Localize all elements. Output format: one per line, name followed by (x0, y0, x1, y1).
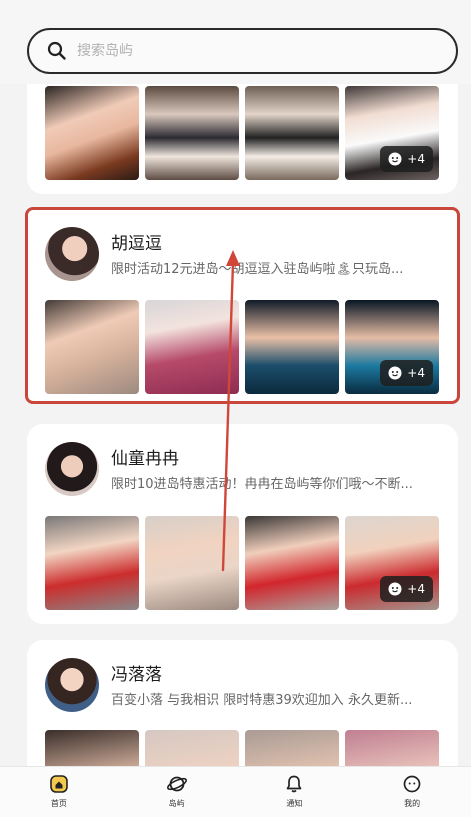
tab-label: 首页 (50, 799, 67, 808)
search-bar[interactable] (27, 28, 458, 74)
photo-thumbnail[interactable]: +4 (345, 516, 439, 610)
tab-label: 岛屿 (168, 799, 185, 808)
search-icon (47, 41, 66, 60)
more-photos-badge[interactable]: +4 (380, 360, 433, 386)
photo-thumbnail[interactable] (145, 300, 239, 394)
tab-home[interactable]: 首页 (0, 767, 118, 817)
card-header: 仙童冉冉 限时10进岛特惠活动！冉冉在岛屿等你们哦～不断... (45, 442, 445, 496)
tab-profile[interactable]: 我的 (353, 767, 471, 817)
bottom-tab-bar: 首页 岛屿 通知 我的 (0, 766, 471, 817)
more-count: +4 (407, 366, 425, 380)
chat-bubble-icon (388, 582, 402, 596)
island-description: 限时10进岛特惠活动！冉冉在岛屿等你们哦～不断... (111, 477, 413, 492)
search-header (0, 0, 471, 84)
bell-icon (283, 773, 305, 795)
more-photos-badge[interactable]: +4 (380, 576, 433, 602)
photo-thumbnail[interactable] (245, 300, 339, 394)
photo-row: +4 (45, 516, 439, 610)
card-header: 冯落落 百变小落 与我相识 限时特惠39欢迎加入 永久更新... (45, 658, 445, 712)
photo-thumbnail[interactable] (145, 516, 239, 610)
chat-bubble-icon (388, 366, 402, 380)
photo-thumbnail[interactable] (45, 86, 139, 180)
island-name: 仙童冉冉 (111, 449, 179, 469)
photo-row: +4 (45, 86, 439, 180)
tab-notifications[interactable]: 通知 (236, 767, 354, 817)
home-icon (48, 773, 70, 795)
island-name: 胡逗逗 (111, 234, 162, 254)
island-card[interactable]: 仙童冉冉 限时10进岛特惠活动！冉冉在岛屿等你们哦～不断... +4 (27, 424, 458, 624)
photo-thumbnail[interactable] (45, 300, 139, 394)
card-header: 胡逗逗 限时活动12元进岛～胡逗逗入驻岛屿啦🏝只玩岛... (45, 227, 445, 281)
photo-row: +4 (45, 300, 439, 394)
photo-thumbnail[interactable] (45, 516, 139, 610)
photo-thumbnail[interactable]: +4 (345, 86, 439, 180)
more-photos-badge[interactable]: +4 (380, 146, 433, 172)
island-description: 限时活动12元进岛～胡逗逗入驻岛屿啦🏝只玩岛... (111, 262, 404, 277)
island-name: 冯落落 (111, 665, 162, 685)
more-count: +4 (407, 152, 425, 166)
avatar[interactable] (45, 442, 99, 496)
photo-thumbnail[interactable] (145, 86, 239, 180)
island-card[interactable]: 冯落落 百变小落 与我相识 限时特惠39欢迎加入 永久更新... (27, 640, 458, 817)
search-input[interactable] (77, 43, 417, 59)
island-description: 百变小落 与我相识 限时特惠39欢迎加入 永久更新... (111, 693, 413, 708)
chat-bubble-icon (388, 152, 402, 166)
profile-icon (401, 773, 423, 795)
tab-island[interactable]: 岛屿 (118, 767, 236, 817)
planet-icon (166, 773, 188, 795)
tab-label: 我的 (404, 799, 421, 808)
avatar[interactable] (45, 227, 99, 281)
more-count: +4 (407, 582, 425, 596)
photo-thumbnail[interactable]: +4 (345, 300, 439, 394)
photo-thumbnail[interactable] (245, 86, 339, 180)
avatar[interactable] (45, 658, 99, 712)
tab-label: 通知 (286, 799, 303, 808)
island-card-highlighted[interactable]: 胡逗逗 限时活动12元进岛～胡逗逗入驻岛屿啦🏝只玩岛... +4 (25, 207, 460, 404)
island-card[interactable]: +4 (27, 84, 458, 194)
photo-thumbnail[interactable] (245, 516, 339, 610)
